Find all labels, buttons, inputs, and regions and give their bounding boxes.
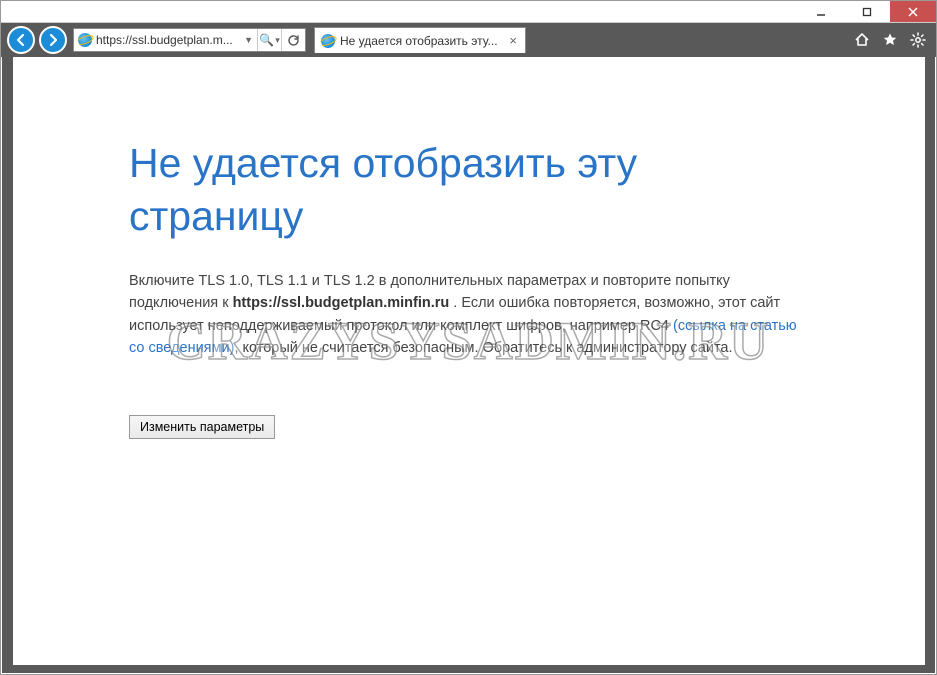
window-close-button[interactable]: [890, 1, 936, 22]
viewport-frame: Не удается отобразить эту страницу Включ…: [2, 57, 935, 673]
chevron-down-icon[interactable]: ▾: [275, 35, 280, 46]
address-bar[interactable]: https://ssl.budgetplan.m... ▼ 🔍 ▾: [73, 28, 306, 52]
refresh-icon: [287, 34, 300, 47]
search-icon: 🔍: [259, 33, 274, 47]
ie-icon: [321, 34, 335, 48]
ie-icon: [78, 33, 92, 47]
home-icon[interactable]: [854, 32, 870, 48]
window-minimize-button[interactable]: [798, 1, 844, 22]
back-button[interactable]: [7, 26, 35, 54]
page-title: Не удается отобразить эту страницу: [129, 137, 815, 244]
chevron-down-icon[interactable]: ▼: [244, 35, 253, 45]
window-titlebar: [1, 1, 936, 23]
change-settings-button[interactable]: Изменить параметры: [129, 415, 275, 439]
favorites-icon[interactable]: [882, 32, 898, 48]
tab-close-button[interactable]: ×: [507, 33, 519, 48]
body-text-3: , который не считается безопасным. Обрат…: [234, 340, 732, 356]
address-text: https://ssl.budgetplan.m...: [96, 33, 240, 47]
browser-tab[interactable]: Не удается отобразить эту... ×: [314, 27, 526, 53]
error-body: Включите TLS 1.0, TLS 1.1 и TLS 1.2 в до…: [129, 270, 815, 360]
browser-toolbar: https://ssl.budgetplan.m... ▼ 🔍 ▾ Не уда…: [1, 23, 936, 57]
forward-button[interactable]: [39, 26, 67, 54]
settings-icon[interactable]: [910, 32, 926, 48]
error-page: Не удается отобразить эту страницу Включ…: [13, 57, 925, 665]
tab-title: Не удается отобразить эту...: [340, 34, 502, 48]
search-button[interactable]: 🔍 ▾: [257, 29, 281, 51]
refresh-button[interactable]: [281, 29, 305, 51]
window-maximize-button[interactable]: [844, 1, 890, 22]
body-url: https://ssl.budgetplan.minfin.ru: [233, 295, 450, 311]
